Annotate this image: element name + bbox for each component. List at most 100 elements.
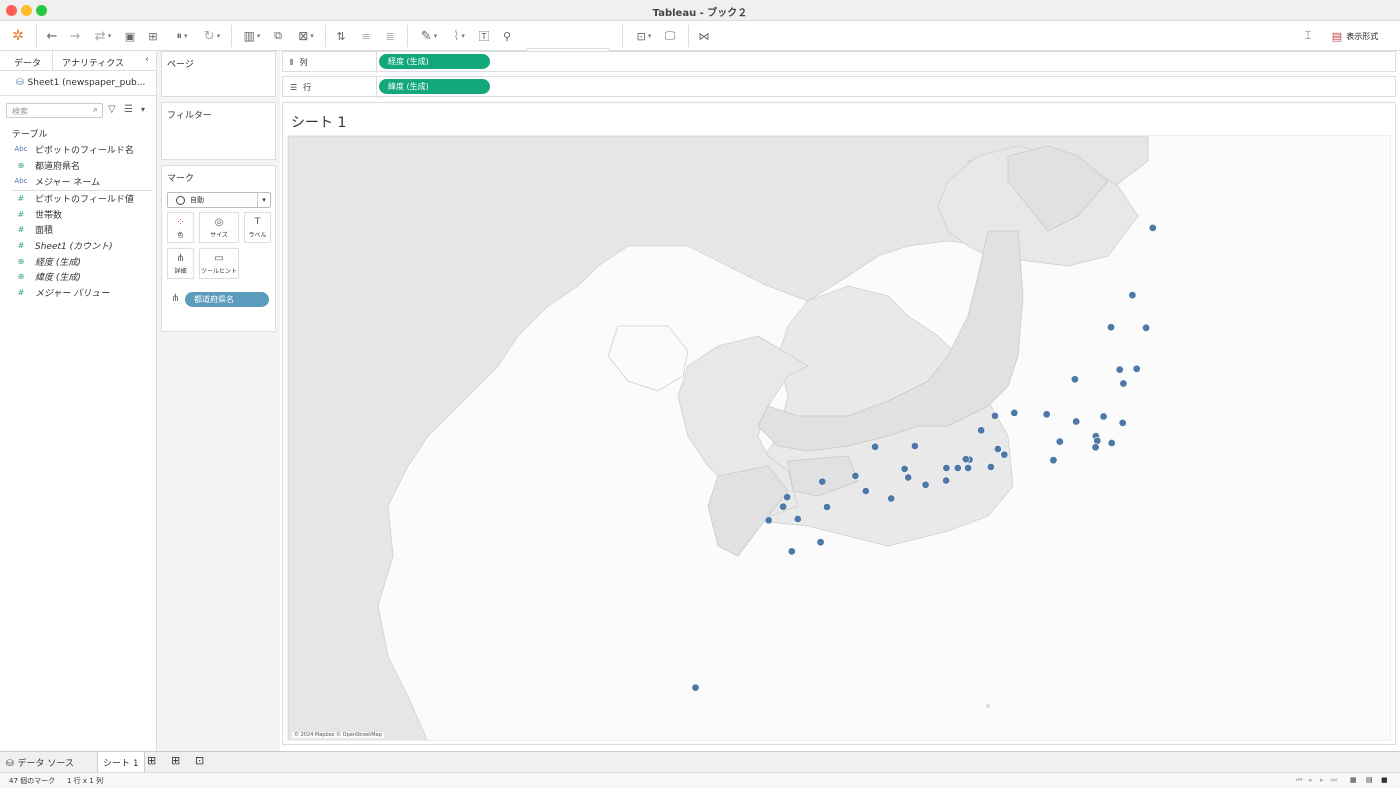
map-point[interactable] [816,538,825,547]
map-point[interactable] [977,426,986,435]
pause-icon[interactable]: ⏸ [169,27,195,45]
tab-view-icon[interactable]: ■ [1381,776,1388,784]
map-point[interactable] [1093,436,1102,445]
field-item[interactable]: # ピボットのフィールド値 [12,191,134,205]
nav-last-icon[interactable]: ⏭ [1331,776,1337,785]
map-point[interactable] [1148,223,1157,232]
map-point[interactable] [1055,437,1064,446]
map-point[interactable] [1118,418,1127,427]
datasource-item[interactable]: ⛁ Sheet1 (newspaper_pub... [16,78,145,88]
map-point[interactable] [818,477,827,486]
columns-pill[interactable]: 経度 (生成) [379,54,490,69]
map-point[interactable] [851,471,860,480]
sort-asc-icon[interactable]: ≡ [358,27,374,45]
map-point[interactable] [1099,412,1108,421]
map-point[interactable] [691,683,700,692]
map-point[interactable] [1042,410,1051,419]
tab-data[interactable]: データ [14,56,41,69]
map-point[interactable] [1000,450,1009,459]
group-icon[interactable]: ⌇ [446,27,472,45]
detail-button[interactable]: ⋔ 詳細 [167,248,194,279]
presentation-icon[interactable]: 🖵 [662,27,678,45]
map-point[interactable] [1132,364,1141,373]
columns-shelf[interactable]: ⦀ 列 経度 (生成) [280,50,1400,75]
mark-type-dropdown[interactable]: 自動 ▾ [167,192,271,208]
size-button[interactable]: ◎ サイズ [199,212,239,243]
map-point[interactable] [964,463,973,472]
sort-desc-icon[interactable]: ≣ [382,27,398,45]
sheet-tab[interactable]: シート 1 [97,752,145,773]
map-point[interactable] [942,476,951,485]
detail-pill[interactable]: 都道府県名 [185,292,269,307]
collapse-pane-icon[interactable]: ‹ [145,54,149,65]
map-point[interactable] [764,516,773,525]
field-item[interactable]: Abc ピボットのフィールド名 [12,142,133,156]
field-item[interactable]: # メジャー バリュー [12,285,110,299]
grid-view-icon[interactable]: ▦ [1350,776,1357,784]
map-point[interactable] [861,486,870,495]
map-point[interactable] [1119,379,1128,388]
show-me-button[interactable]: ▤ 表示形式 [1327,27,1383,45]
map-point[interactable] [1010,408,1019,417]
field-item[interactable]: ⊕ 経度 (生成) [12,254,81,268]
highlight-icon[interactable]: ✎ [416,27,442,45]
map-point[interactable] [986,462,995,471]
map-point[interactable] [1115,365,1124,374]
map-point[interactable] [990,411,999,420]
map-point[interactable] [871,442,880,451]
field-item[interactable]: # Sheet1 (カウント) [12,238,113,252]
map-point[interactable] [1128,291,1137,300]
map-point[interactable] [910,441,919,450]
map-canvas[interactable] [288,136,1391,741]
swap-icon[interactable]: ⇄ [89,27,117,45]
new-sheet-icon[interactable]: ⊞ [147,754,156,767]
field-item[interactable]: # 面積 [12,222,53,236]
map-point[interactable] [1142,323,1151,332]
nav-first-icon[interactable]: ⏮ [1296,776,1302,785]
map-point[interactable] [942,463,951,472]
redo-icon[interactable]: → [67,27,83,45]
search-input[interactable]: 検索 ⌕ [6,103,103,118]
film-view-icon[interactable]: ▤ [1366,776,1373,784]
map-point[interactable] [822,502,831,511]
map-attribution[interactable]: © 2024 Mapbox © OpenStreetMap [292,732,384,738]
duplicate-icon[interactable]: ⧉ [270,27,286,45]
new-dashboard-icon[interactable]: ⊞ [171,754,180,767]
map-point[interactable] [1106,323,1115,332]
format-painter-icon[interactable]: ⌶ [1300,27,1316,45]
rows-shelf[interactable]: ☰ 行 緯度 (生成) [280,75,1400,100]
map-point[interactable] [953,463,962,472]
nav-prev-icon[interactable]: ◂ [1308,776,1312,784]
tableau-logo-icon[interactable]: ✲ [8,27,28,45]
map-view[interactable]: © 2024 Mapbox © OpenStreetMap [287,135,1391,741]
field-item[interactable]: ⊕ 都道府県名 [12,158,80,172]
refresh-icon[interactable]: ↻ [198,27,226,45]
pane-menu-icon[interactable]: ▾ [141,105,145,114]
pin-icon[interactable]: ⚲ [499,27,515,45]
map-point[interactable] [887,494,896,503]
map-point[interactable] [1072,417,1081,426]
fit-icon[interactable]: ⊡ [630,27,658,45]
filter-icon[interactable]: ▽ [108,104,116,115]
map-point[interactable] [1070,375,1079,384]
new-sheet-icon[interactable]: ▥ [238,27,266,45]
datasource-tab[interactable]: ⛁ データ ソース [6,756,74,769]
map-point[interactable] [783,493,792,502]
undo-icon[interactable]: ← [44,27,60,45]
field-item[interactable]: # 世帯数 [12,207,62,221]
new-story-icon[interactable]: ⊡ [195,754,204,767]
clear-icon[interactable]: ⊠ [292,27,320,45]
map-point[interactable] [787,547,796,556]
sheet-title[interactable]: シート 1 [291,112,346,132]
map-point[interactable] [779,502,788,511]
map-point[interactable] [1091,443,1100,452]
tab-analytics[interactable]: アナリティクス [62,56,124,69]
map-point[interactable] [900,464,909,473]
swap-rows-cols-icon[interactable]: ⇅ [333,27,349,45]
map-point[interactable] [904,473,913,482]
map-point[interactable] [921,480,930,489]
share-icon[interactable]: ⋈ [696,27,712,45]
nav-next-icon[interactable]: ▸ [1320,776,1324,784]
field-item[interactable]: ⊕ 緯度 (生成) [12,269,81,283]
rows-pill[interactable]: 緯度 (生成) [379,79,490,94]
